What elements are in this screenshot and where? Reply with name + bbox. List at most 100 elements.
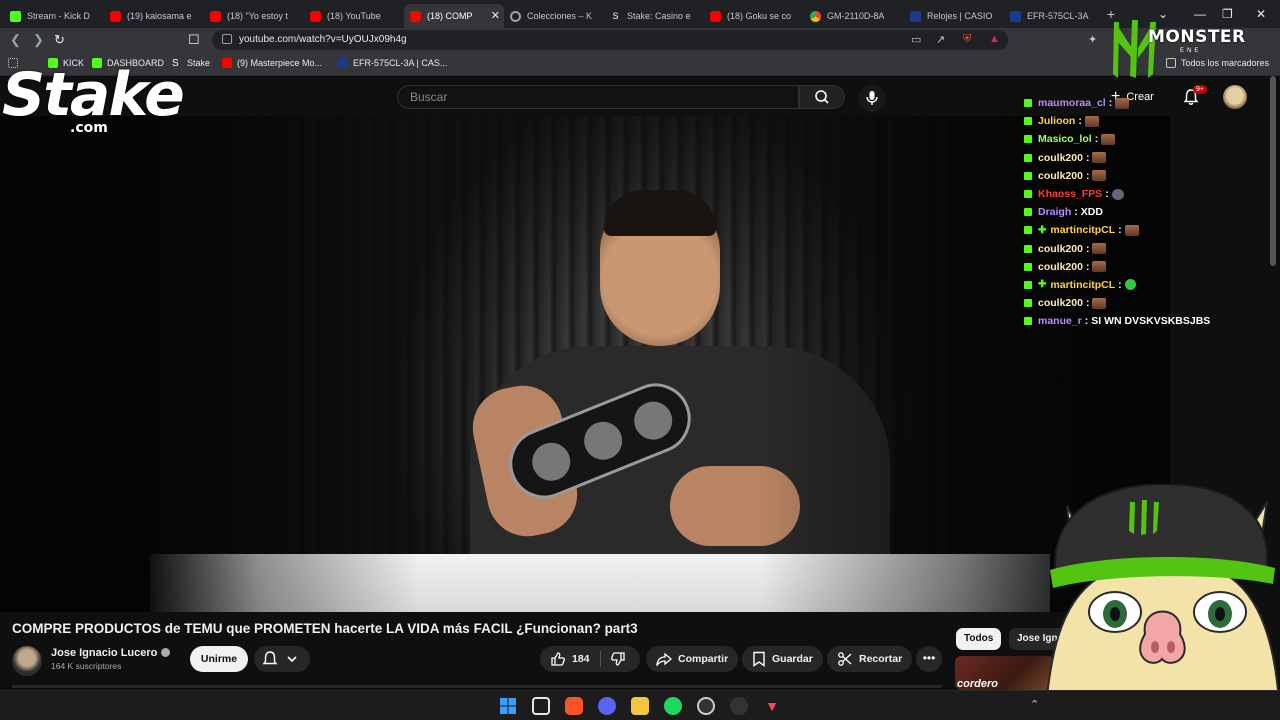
chat-message: coulk200:: [1024, 149, 1274, 167]
browser-tab[interactable]: GM-2110D-8A: [804, 4, 904, 28]
save-button[interactable]: Guardar: [742, 646, 823, 672]
chat-username: coulk200: [1038, 242, 1083, 255]
browser-tab[interactable]: Colecciones – K: [504, 4, 604, 28]
chat-username: maumoraa_cl: [1038, 97, 1106, 110]
thumbs-down-icon: [611, 652, 625, 666]
close-window-button[interactable]: ✕: [1256, 0, 1266, 28]
kick-badge-icon: [1024, 280, 1032, 289]
chat-separator: :: [1074, 206, 1078, 219]
browser-tab-strip: Stream - Kick D (19) kaiosama e (18) "Yo e…: [0, 0, 1280, 28]
site-info-icon[interactable]: [222, 34, 232, 44]
tab-title: (18) COMP: [427, 11, 473, 21]
app-icon[interactable]: [730, 697, 748, 715]
browser-tab[interactable]: (18) Goku se co: [704, 4, 804, 28]
chat-separator: :: [1085, 151, 1090, 164]
chat-emote-icon: [1101, 133, 1116, 145]
tab-title: Stake: Casino e: [627, 11, 691, 21]
browser-tab[interactable]: (18) YouTube: [304, 4, 404, 28]
reload-icon[interactable]: ↻: [54, 32, 65, 48]
restore-window-button[interactable]: ❐: [1222, 0, 1233, 28]
browser-tab[interactable]: Stream - Kick D: [4, 4, 104, 28]
clip-button[interactable]: Recortar: [827, 646, 913, 672]
extensions-icon[interactable]: ✦: [1088, 33, 1097, 46]
clip-label: Recortar: [859, 653, 903, 665]
like-dislike-group: 184: [540, 646, 640, 672]
back-icon[interactable]: ❮: [10, 32, 21, 48]
youtube-icon: [710, 10, 721, 22]
browser-tab[interactable]: (18) "Yo estoy t: [204, 4, 304, 28]
address-bar[interactable]: youtube.com/watch?v=UyOUJx09h4g: [212, 30, 1008, 50]
kick-badge-icon: [1024, 153, 1032, 162]
more-actions-button[interactable]: •••: [916, 646, 942, 672]
video-player[interactable]: [0, 116, 1170, 612]
chat-text: SI WN DVSKVSKBSJBS: [1091, 315, 1211, 328]
chat-username: Julioon: [1038, 115, 1076, 128]
browser-tab[interactable]: S Stake: Casino e: [604, 4, 704, 28]
subscriber-count: 164 K suscriptores: [51, 661, 122, 671]
kick-badge-icon: [1024, 117, 1032, 126]
browser-tab[interactable]: (18) COMP ✕: [404, 4, 504, 28]
system-tray-chevron-icon[interactable]: ⌃: [1030, 698, 1039, 711]
youtube-icon: [310, 10, 321, 22]
recommended-video-thumbnail[interactable]: cordero: [955, 656, 1055, 690]
casio-icon: [910, 10, 921, 22]
like-button[interactable]: 184: [550, 646, 590, 672]
chat-emote-icon: [1084, 115, 1099, 127]
bookmark-item[interactable]: (9) Masterpiece Mo...: [222, 58, 322, 68]
search-input[interactable]: Buscar: [397, 85, 799, 109]
thumbs-up-icon: [551, 652, 565, 666]
cast-icon[interactable]: ▭: [911, 33, 921, 46]
bell-chevron-icon: [262, 651, 297, 665]
file-explorer-icon[interactable]: [631, 697, 649, 715]
all-bookmarks[interactable]: Todos los marcadores: [1166, 58, 1269, 68]
kick-badge-icon: [1024, 208, 1032, 217]
search-icon: [815, 90, 829, 104]
browser-tab[interactable]: EFR-575CL-3A: [1004, 4, 1104, 28]
chat-message: Khaoss_FPS:: [1024, 185, 1274, 203]
kick-icon: [10, 10, 21, 22]
close-tab-icon[interactable]: ✕: [491, 9, 500, 22]
search-button[interactable]: [799, 85, 845, 109]
spotify-icon[interactable]: [664, 697, 682, 715]
address-bar-row: ❮ ❯ ↻ ☐ youtube.com/watch?v=UyOUJx09h4g …: [0, 28, 1280, 52]
brave-rewards-icon[interactable]: ▲: [989, 33, 1000, 45]
share-button[interactable]: Compartir: [646, 646, 739, 672]
brave-shields-icon[interactable]: ⛨: [963, 33, 971, 46]
obs-icon[interactable]: [697, 697, 715, 715]
tab-title: EFR-575CL-3A: [1027, 11, 1089, 21]
chat-message: ✚ martincitpCL:: [1024, 221, 1274, 239]
browser-tab[interactable]: (19) kaiosama e: [104, 4, 204, 28]
share-icon[interactable]: ↗: [936, 33, 945, 46]
channel-avatar[interactable]: [12, 646, 42, 676]
stake-com-text: .com: [70, 120, 108, 136]
minimize-window-button[interactable]: —: [1194, 0, 1206, 28]
dislike-button[interactable]: [610, 651, 626, 672]
browser-tab[interactable]: Relojes | CASIO: [904, 4, 1004, 28]
taskview-icon[interactable]: [532, 697, 550, 715]
chat-text: XDD: [1080, 206, 1103, 219]
folder-icon: [1166, 58, 1176, 68]
bookmark-label: EFR-575CL-3A | CAS...: [353, 58, 448, 68]
kick-badge-icon: [1024, 244, 1032, 253]
forward-icon[interactable]: ❯: [33, 32, 44, 48]
bookmarks-bar: KICK DASHBOARD S Stake (9) Masterpiece Mo...…: [0, 52, 1280, 76]
windows-start-icon[interactable]: [499, 697, 517, 715]
bookmark-icon[interactable]: ☐: [188, 32, 200, 48]
bookmark-item[interactable]: EFR-575CL-3A | CAS...: [338, 58, 447, 68]
voice-search-button[interactable]: [858, 84, 886, 112]
chat-username: coulk200: [1038, 151, 1083, 164]
discord-icon[interactable]: [598, 697, 616, 715]
chat-separator: :: [1118, 278, 1122, 291]
subscriber-badge-icon: ✚: [1038, 224, 1047, 236]
valorant-icon[interactable]: ▼: [763, 697, 781, 715]
chat-separator: :: [1118, 224, 1122, 237]
join-button[interactable]: Unirme: [190, 646, 248, 672]
chat-separator: :: [1085, 169, 1090, 182]
chrome-icon: [810, 10, 821, 22]
scrollbar[interactable]: [1270, 76, 1276, 266]
channel-name[interactable]: Jose Ignacio Lucero: [51, 647, 171, 659]
subscription-notifications-button[interactable]: [254, 646, 310, 672]
brave-icon[interactable]: [565, 697, 583, 715]
kick-badge-icon: [1024, 99, 1032, 108]
chip-all[interactable]: Todos: [956, 628, 1002, 650]
